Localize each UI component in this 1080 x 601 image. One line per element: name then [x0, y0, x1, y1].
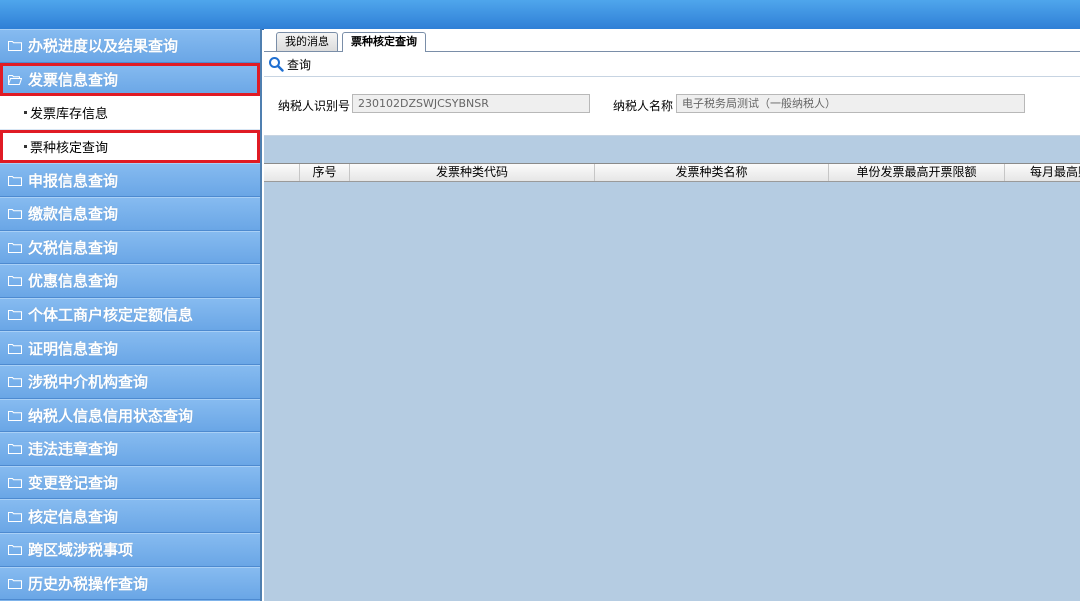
- sidebar-item-label: 历史办税操作查询: [28, 574, 149, 593]
- query-button-label: 查询: [287, 57, 312, 72]
- column-header-type-code[interactable]: 发票种类代码: [350, 164, 595, 181]
- query-form: 纳税人识别号 230102DZSWJCSYBNSR 纳税人名称 电子税务局测试（…: [264, 77, 1080, 136]
- column-header-type-name[interactable]: 发票种类名称: [595, 164, 829, 181]
- query-button[interactable]: 查询: [268, 56, 311, 73]
- sidebar-item-progress-query[interactable]: 办税进度以及结果查询: [0, 29, 260, 63]
- sidebar-item-label: 个体工商户核定定额信息: [28, 306, 194, 325]
- folder-icon: [8, 376, 22, 388]
- sidebar-item-change-registration[interactable]: 变更登记查询: [0, 465, 260, 500]
- folder-icon: [8, 477, 22, 489]
- sidebar-item-label: 纳税人信息信用状态查询: [28, 406, 194, 425]
- sidebar-item-history-query[interactable]: 历史办税操作查询: [0, 566, 260, 601]
- sidebar-item-credit-status[interactable]: 纳税人信息信用状态查询: [0, 398, 260, 433]
- taxpayer-name-field[interactable]: 电子税务局测试（一般纳税人）: [676, 94, 1025, 113]
- sidebar-item-label: 优惠信息查询: [28, 272, 119, 291]
- sidebar-item-verification-query[interactable]: 核定信息查询: [0, 499, 260, 533]
- sidebar-item-label: 证明信息查询: [28, 339, 119, 358]
- tab-label: 票种核定查询: [351, 35, 417, 48]
- sidebar-item-label: 涉税中介机构查询: [28, 373, 149, 392]
- folder-icon: [8, 309, 22, 321]
- folder-icon: [8, 578, 22, 589]
- taxpayer-id-field[interactable]: 230102DZSWJCSYBNSR: [352, 94, 590, 113]
- toolbar: 查询: [264, 52, 1080, 77]
- column-header-monthly-max[interactable]: 每月最高购: [1005, 164, 1080, 181]
- column-header-max-amount[interactable]: 单份发票最高开票限额: [829, 164, 1005, 181]
- bullet-icon: [24, 111, 27, 115]
- taxpayer-id-label: 纳税人识别号: [278, 99, 351, 113]
- sidebar-item-label: 缴款信息查询: [28, 205, 119, 224]
- folder-icon: [8, 275, 22, 287]
- folder-icon: [8, 175, 22, 186]
- sidebar-item-arrears-query[interactable]: 欠税信息查询: [0, 230, 260, 265]
- folder-icon: [8, 40, 22, 52]
- folder-icon: [8, 410, 22, 421]
- tab-ticket-type-query[interactable]: 票种核定查询: [342, 32, 426, 52]
- bullet-icon: [24, 144, 27, 148]
- folder-icon: [8, 208, 22, 220]
- sidebar-item-agency-query[interactable]: 涉税中介机构查询: [0, 364, 260, 399]
- sidebar-item-label: 核定信息查询: [28, 507, 119, 526]
- tab-my-messages[interactable]: 我的消息: [276, 32, 338, 51]
- sidebar-item-preferential-query[interactable]: 优惠信息查询: [0, 264, 260, 298]
- grid-row-indicator: [264, 164, 300, 181]
- sidebar-item-certificate-query[interactable]: 证明信息查询: [0, 331, 260, 365]
- folder-icon: [8, 343, 22, 354]
- folder-icon: [8, 511, 22, 522]
- sidebar-subitem-invoice-stock[interactable]: 发票库存信息: [0, 96, 260, 130]
- sidebar-item-invoice-query[interactable]: 发票信息查询: [0, 62, 260, 97]
- sidebar-item-declaration-query[interactable]: 申报信息查询: [0, 163, 260, 197]
- sidebar-subitem-label: 票种核定查询: [30, 140, 109, 156]
- sidebar-subitem-label: 发票库存信息: [30, 106, 109, 122]
- column-header-index[interactable]: 序号: [300, 164, 350, 181]
- sidebar-item-label: 变更登记查询: [28, 474, 119, 493]
- sidebar-subitem-ticket-type-query[interactable]: 票种核定查询: [0, 129, 260, 164]
- sidebar-item-quota-info[interactable]: 个体工商户核定定额信息: [0, 297, 260, 332]
- sidebar-item-label: 发票信息查询: [28, 70, 119, 89]
- sidebar-item-label: 跨区域涉税事项: [28, 541, 134, 560]
- folder-icon: [8, 242, 22, 253]
- result-grid: 序号 发票种类代码 发票种类名称 单份发票最高开票限额 每月最高购: [264, 163, 1080, 601]
- tab-strip: 我的消息 票种核定查询: [264, 29, 1080, 52]
- folder-icon: [8, 544, 22, 556]
- folder-open-icon: [8, 74, 22, 85]
- sidebar-item-label: 欠税信息查询: [28, 238, 119, 257]
- sidebar-item-label: 办税进度以及结果查询: [28, 37, 179, 56]
- sidebar-item-label: 申报信息查询: [28, 171, 119, 190]
- sidebar-item-label: 违法违章查询: [28, 440, 119, 459]
- search-icon: [269, 57, 284, 72]
- folder-icon: [8, 443, 22, 455]
- sidebar-menu: 办税进度以及结果查询 发票信息查询 发票库存信息 票种核定查询 申报信息查询 缴…: [0, 29, 262, 601]
- main-panel: 我的消息 票种核定查询 查询 纳税人识别号 230102DZSWJCSYBNSR…: [264, 29, 1080, 601]
- sidebar-item-payment-query[interactable]: 缴款信息查询: [0, 196, 260, 231]
- taxpayer-name-label: 纳税人名称: [613, 99, 674, 113]
- tab-label: 我的消息: [285, 35, 329, 48]
- sidebar-item-violation-query[interactable]: 违法违章查询: [0, 432, 260, 466]
- sidebar-item-cross-region[interactable]: 跨区域涉税事项: [0, 532, 260, 567]
- title-bar: [0, 0, 1080, 30]
- grid-header: 序号 发票种类代码 发票种类名称 单份发票最高开票限额 每月最高购: [264, 163, 1080, 182]
